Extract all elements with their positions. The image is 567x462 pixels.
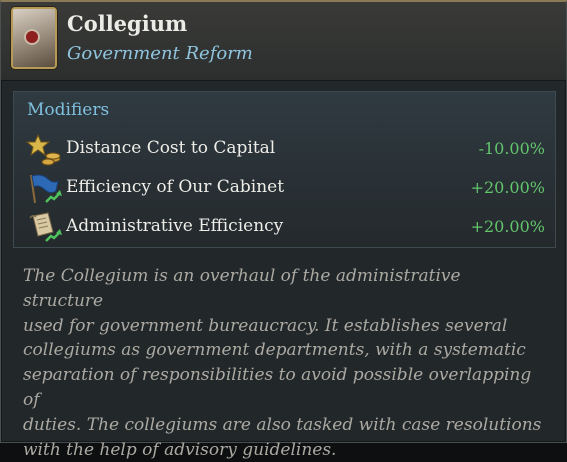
modifier-row: Efficiency of Our Cabinet +20.00% (14, 171, 555, 207)
description-line: duties. The collegiums are also tasked w… (23, 414, 542, 435)
description-line: with the help of advisory guidelines. (23, 439, 337, 460)
reform-category: Government Reform (67, 43, 253, 64)
description-line: collegiums as government departments, wi… (23, 340, 526, 361)
modifier-label: Administrative Efficiency (66, 216, 284, 236)
modifier-label: Efficiency of Our Cabinet (66, 177, 285, 197)
modifier-value: +20.00% (470, 217, 545, 236)
modifiers-heading: Modifiers (27, 100, 110, 120)
description-line: The Collegium is an overhaul of the admi… (23, 266, 461, 311)
modifier-value: -10.00% (478, 139, 545, 158)
reform-title: Collegium (67, 11, 188, 36)
capital-distance-icon (26, 133, 61, 166)
administrative-scroll-icon (29, 212, 62, 242)
reform-description: The Collegium is an overhaul of the admi… (13, 264, 556, 462)
reform-tooltip: Collegium Government Reform Modifiers Di… (0, 0, 567, 460)
description-line: used for government bureaucracy. It esta… (23, 315, 508, 336)
modifier-row: Administrative Efficiency +20.00% (14, 210, 555, 246)
tooltip-header: Collegium Government Reform (1, 2, 566, 81)
modifier-row: Distance Cost to Capital -10.00% (14, 132, 555, 168)
modifier-label: Distance Cost to Capital (66, 138, 276, 158)
modifiers-panel: Modifiers Distance Cost to Capital -10.0… (13, 91, 556, 248)
modifier-value: +20.00% (470, 178, 545, 197)
collegium-portrait-icon (11, 7, 57, 69)
cabinet-flag-icon (30, 174, 62, 204)
description-line: separation of responsibilities to avoid … (23, 365, 532, 410)
